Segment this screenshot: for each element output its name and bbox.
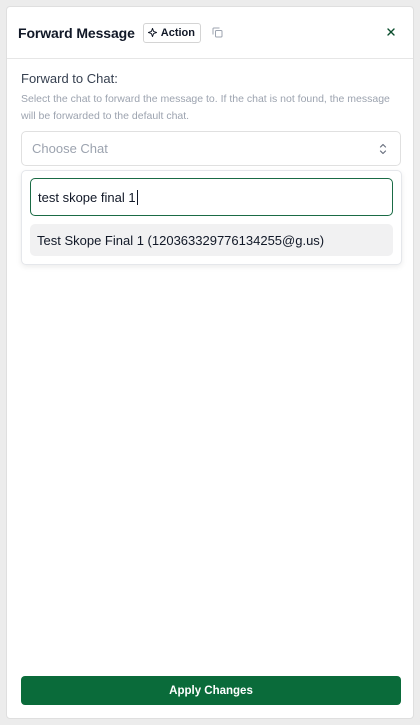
chevron-updown-icon	[379, 143, 387, 155]
forward-message-panel: Forward Message Action Forward to Chat: …	[6, 6, 414, 719]
close-icon[interactable]	[385, 26, 397, 38]
action-icon	[147, 28, 157, 37]
action-badge-label: Action	[160, 26, 195, 39]
text-caret	[136, 189, 138, 205]
forward-to-chat-label: Forward to Chat:	[21, 71, 118, 86]
chat-search-input[interactable]: test skope final 1	[30, 178, 393, 216]
chat-search-value: test skope final 1	[38, 189, 136, 205]
choose-chat-placeholder: Choose Chat	[32, 141, 108, 156]
panel-title: Forward Message	[18, 24, 135, 41]
forward-to-chat-help: Select the chat to forward the message t…	[21, 93, 390, 122]
action-badge: Action	[142, 22, 201, 43]
panel-header: Forward Message Action	[7, 7, 413, 59]
chat-option[interactable]: Test Skope Final 1 (120363329776134255@g…	[30, 224, 393, 256]
chat-dropdown: test skope final 1 Test Skope Final 1 (1…	[21, 170, 402, 265]
apply-changes-button[interactable]: Apply Changes	[21, 676, 401, 705]
choose-chat-select[interactable]: Choose Chat	[21, 131, 401, 166]
copy-icon[interactable]	[210, 26, 224, 40]
